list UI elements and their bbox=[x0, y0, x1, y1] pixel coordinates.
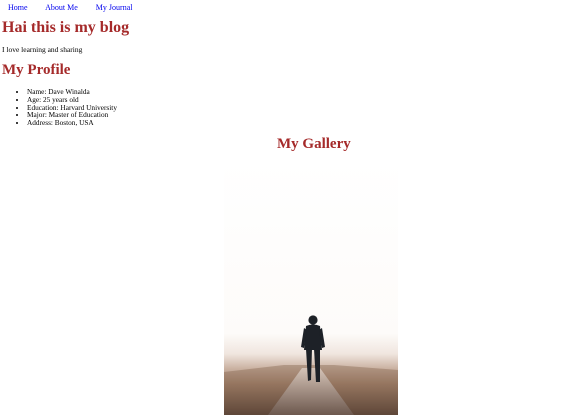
blog-title: Hai this is my blog bbox=[2, 19, 130, 36]
blog-tagline: I love learning and sharing bbox=[2, 45, 83, 54]
gallery-heading: My Gallery bbox=[277, 136, 351, 152]
profile-item-address: Address: Boston, USA bbox=[27, 119, 117, 127]
nav-link-home[interactable]: Home bbox=[8, 3, 28, 12]
profile-list: Name: Dave Winalda Age: 25 years old Edu… bbox=[18, 88, 117, 127]
gallery-photo bbox=[224, 160, 398, 415]
top-nav: Home About Me My Journal bbox=[8, 3, 148, 12]
profile-heading: My Profile bbox=[2, 62, 71, 78]
nav-link-about-me[interactable]: About Me bbox=[45, 3, 78, 12]
nav-link-my-journal[interactable]: My Journal bbox=[96, 3, 133, 12]
